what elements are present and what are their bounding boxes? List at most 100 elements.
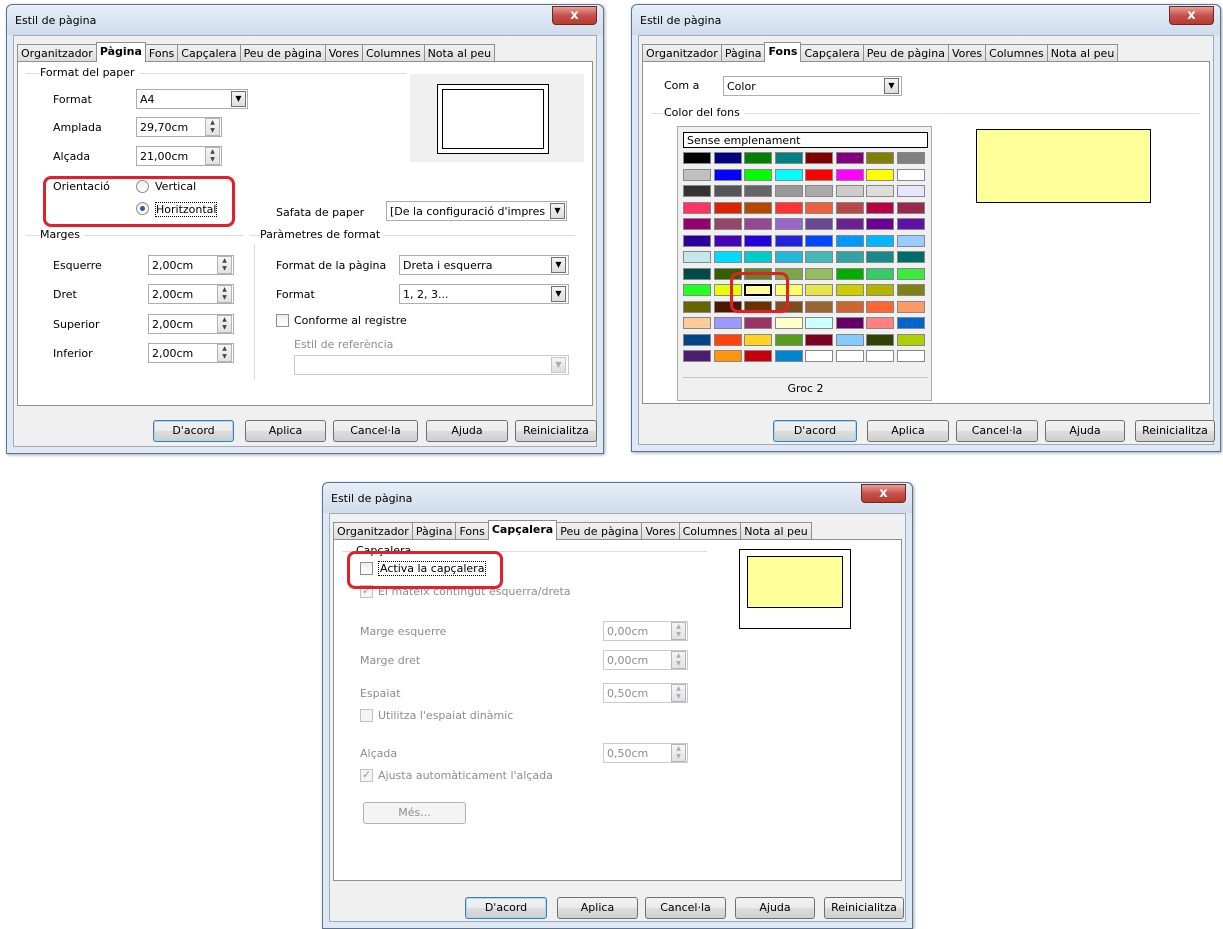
color-swatch[interactable] <box>744 333 772 346</box>
vertical-radio[interactable] <box>136 180 149 193</box>
color-swatch[interactable] <box>683 201 711 214</box>
horizontal-radio[interactable] <box>136 202 149 215</box>
color-swatch[interactable] <box>713 350 742 362</box>
numbering-format-select[interactable]: 1, 2, 3... <box>399 284 569 304</box>
color-swatch[interactable] <box>866 350 894 362</box>
color-swatch[interactable] <box>896 350 925 362</box>
color-swatch[interactable] <box>774 168 803 181</box>
tab-borders[interactable]: Vores <box>324 44 363 62</box>
color-swatch[interactable] <box>744 201 772 214</box>
color-swatch[interactable] <box>744 317 772 329</box>
color-swatch[interactable] <box>805 168 833 181</box>
color-swatch[interactable] <box>805 333 833 346</box>
color-swatch[interactable] <box>744 251 772 263</box>
color-swatch[interactable] <box>835 333 864 346</box>
ok-button[interactable]: D'acord <box>153 420 234 442</box>
color-swatch[interactable] <box>896 218 925 230</box>
color-swatch[interactable] <box>744 152 772 164</box>
color-swatch[interactable] <box>744 168 772 181</box>
chevron-down-icon[interactable]: ▼ <box>551 257 566 273</box>
color-swatch[interactable] <box>713 152 742 164</box>
right-margin-spinner[interactable]: ▲ ▼ <box>671 651 686 669</box>
color-swatch[interactable] <box>896 168 925 181</box>
color-swatch[interactable] <box>805 300 833 313</box>
color-swatch[interactable] <box>713 218 742 230</box>
color-swatch[interactable] <box>774 333 803 346</box>
color-swatch[interactable] <box>896 185 925 197</box>
tab-page[interactable]: Pàgina <box>720 44 766 62</box>
color-swatch[interactable] <box>683 168 711 181</box>
color-swatch[interactable] <box>683 234 711 247</box>
color-swatch[interactable] <box>744 234 772 247</box>
chevron-down-icon[interactable]: ▼ <box>884 78 899 94</box>
more-button[interactable]: Més... <box>363 802 466 824</box>
color-swatch[interactable] <box>683 218 711 230</box>
color-swatch[interactable] <box>744 185 772 197</box>
color-swatch[interactable] <box>774 267 803 280</box>
reset-button[interactable]: Reinicialitza <box>1135 420 1215 442</box>
color-swatch[interactable] <box>744 218 772 230</box>
autofit-height-checkbox[interactable]: ✓ <box>360 768 373 782</box>
tab-footnote[interactable]: Nota al peu <box>423 44 496 62</box>
color-swatch[interactable] <box>683 300 711 313</box>
color-swatch[interactable] <box>774 300 803 313</box>
color-swatch[interactable] <box>713 317 742 329</box>
tab-background[interactable]: Fons <box>455 522 489 540</box>
color-swatch[interactable] <box>835 284 864 296</box>
tab-background[interactable]: Fons <box>144 44 179 62</box>
ok-button[interactable]: D'acord <box>773 420 857 442</box>
header-height-spinner[interactable]: ▲ ▼ <box>671 744 686 762</box>
color-swatch[interactable] <box>774 201 803 214</box>
tab-footnote[interactable]: Nota al peu <box>740 522 812 540</box>
color-swatch[interactable] <box>866 300 894 313</box>
tab-page[interactable]: Pàgina <box>95 42 146 62</box>
tab-footnote[interactable]: Nota al peu <box>1046 44 1119 62</box>
help-button[interactable]: Ajuda <box>735 897 815 919</box>
ok-button[interactable]: D'acord <box>465 897 547 919</box>
color-swatch[interactable] <box>866 168 894 181</box>
color-swatch[interactable] <box>835 201 864 214</box>
color-swatch[interactable] <box>805 317 833 329</box>
color-swatch[interactable] <box>866 201 894 214</box>
color-swatch[interactable] <box>866 317 894 329</box>
color-swatch[interactable] <box>683 284 711 296</box>
bottom-margin-spinner[interactable]: ▲ ▼ <box>217 344 232 362</box>
color-swatch[interactable] <box>896 201 925 214</box>
color-swatch[interactable] <box>774 218 803 230</box>
tab-organizer[interactable]: Organitzador <box>17 44 97 62</box>
color-swatch[interactable] <box>774 350 803 362</box>
color-swatch[interactable] <box>805 152 833 164</box>
color-swatch[interactable] <box>866 333 894 346</box>
register-true-checkbox[interactable] <box>276 314 289 327</box>
color-swatch[interactable] <box>896 234 925 247</box>
tab-organizer[interactable]: Organitzador <box>333 522 413 540</box>
color-swatch[interactable] <box>896 284 925 296</box>
color-swatch[interactable] <box>713 185 742 197</box>
color-swatch[interactable] <box>713 234 742 247</box>
color-swatch[interactable] <box>683 185 711 197</box>
color-swatch[interactable] <box>896 152 925 164</box>
tab-header[interactable]: Capçalera <box>177 44 241 62</box>
tab-borders[interactable]: Vores <box>641 522 680 540</box>
color-swatch[interactable] <box>774 284 803 296</box>
tab-columns[interactable]: Columnes <box>361 44 425 62</box>
paper-tray-select[interactable]: [De la configuració d'impres <box>386 201 567 221</box>
cancel-button[interactable]: Cancel·la <box>956 420 1038 442</box>
color-swatch[interactable] <box>896 251 925 263</box>
help-button[interactable]: Ajuda <box>1045 420 1125 442</box>
height-spinner[interactable]: ▲ ▼ <box>205 147 220 165</box>
tab-footer[interactable]: Peu de pàgina <box>556 522 643 540</box>
color-swatch[interactable] <box>713 201 742 214</box>
color-swatch[interactable] <box>835 267 864 280</box>
color-swatch[interactable] <box>683 267 711 280</box>
color-swatch[interactable] <box>805 201 833 214</box>
tab-header[interactable]: Capçalera <box>800 44 864 62</box>
tab-footer[interactable]: Peu de pàgina <box>862 44 949 62</box>
apply-button[interactable]: Aplica <box>867 420 949 442</box>
color-swatch[interactable] <box>835 185 864 197</box>
color-swatch[interactable] <box>683 152 711 164</box>
selected-color-swatch[interactable] <box>743 283 773 297</box>
color-swatch[interactable] <box>805 251 833 263</box>
tab-footer[interactable]: Peu de pàgina <box>239 44 326 62</box>
color-swatch[interactable] <box>713 267 742 280</box>
